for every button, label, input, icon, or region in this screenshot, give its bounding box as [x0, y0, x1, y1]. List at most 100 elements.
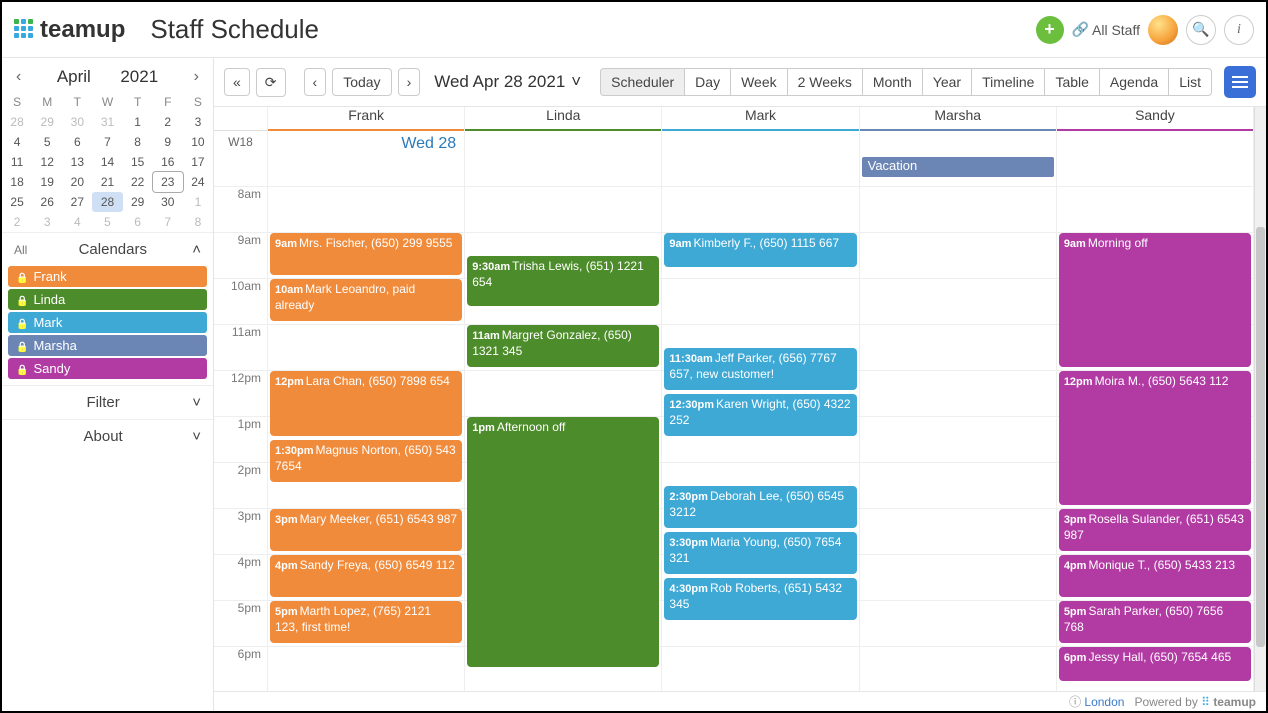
- event[interactable]: 11:30amJeff Parker, (656) 7767 657, new …: [664, 348, 856, 390]
- mini-day[interactable]: 13: [62, 152, 92, 172]
- mini-day[interactable]: 25: [2, 192, 32, 212]
- mini-day[interactable]: 28: [2, 112, 32, 132]
- event[interactable]: 11amMargret Gonzalez, (650) 1321 345: [467, 325, 659, 367]
- mini-day[interactable]: 3: [32, 212, 62, 232]
- event[interactable]: 6pmJessy Hall, (650) 7654 465: [1059, 647, 1251, 681]
- filter-header[interactable]: Filter ˅: [2, 386, 213, 419]
- event[interactable]: 12pmMoira M., (650) 5643 112: [1059, 371, 1251, 505]
- event[interactable]: 3:30pmMaria Young, (650) 7654 321: [664, 532, 856, 574]
- mini-day[interactable]: 27: [62, 192, 92, 212]
- mini-day[interactable]: 14: [92, 152, 122, 172]
- mini-day[interactable]: 20: [62, 172, 92, 192]
- event[interactable]: 4pmMonique T., (650) 5433 213: [1059, 555, 1251, 597]
- event[interactable]: 5pmSarah Parker, (650) 7656 768: [1059, 601, 1251, 643]
- hours-area[interactable]: 9amMrs. Fischer, (650) 299 955510amMark …: [268, 187, 464, 691]
- event[interactable]: 3pmMary Meeker, (651) 6543 987: [270, 509, 462, 551]
- mini-day[interactable]: 18: [2, 172, 32, 192]
- date-picker[interactable]: Wed Apr 28 2021 ˅: [434, 72, 581, 92]
- mini-day[interactable]: 7: [153, 212, 183, 232]
- mini-day[interactable]: 3: [183, 112, 213, 132]
- scrollbar[interactable]: [1254, 107, 1266, 691]
- mini-day[interactable]: 8: [183, 212, 213, 232]
- event[interactable]: 12pmLara Chan, (650) 7898 654: [270, 371, 462, 436]
- calendar-item[interactable]: Linda: [8, 289, 207, 310]
- mini-day[interactable]: 30: [153, 192, 183, 212]
- mini-day[interactable]: 11: [2, 152, 32, 172]
- view-day[interactable]: Day: [684, 68, 731, 96]
- view-year[interactable]: Year: [922, 68, 972, 96]
- allday-cell[interactable]: [1057, 131, 1253, 187]
- calendar-item[interactable]: Frank: [8, 266, 207, 287]
- view-scheduler[interactable]: Scheduler: [600, 68, 685, 96]
- event[interactable]: 10amMark Leoandro, paid already: [270, 279, 462, 321]
- refresh-button[interactable]: ⟳: [256, 68, 286, 97]
- view-month[interactable]: Month: [862, 68, 923, 96]
- event[interactable]: 5pmMarth Lopez, (765) 2121 123, first ti…: [270, 601, 462, 643]
- event[interactable]: 1:30pmMagnus Norton, (650) 543 7654: [270, 440, 462, 482]
- menu-button[interactable]: [1224, 66, 1256, 98]
- mini-day[interactable]: 12: [32, 152, 62, 172]
- logo[interactable]: teamup: [14, 16, 125, 44]
- mini-day[interactable]: 26: [32, 192, 62, 212]
- mini-day[interactable]: 17: [183, 152, 213, 172]
- mini-day[interactable]: 22: [123, 172, 153, 192]
- mini-day[interactable]: 4: [2, 132, 32, 152]
- mini-day[interactable]: 6: [123, 212, 153, 232]
- about-header[interactable]: About ˅: [2, 420, 213, 453]
- calendar-item[interactable]: Marsha: [8, 335, 207, 356]
- allday-cell[interactable]: Vacation: [860, 131, 1056, 187]
- event[interactable]: 9amMorning off: [1059, 233, 1251, 367]
- mini-day[interactable]: 8: [123, 132, 153, 152]
- allday-event[interactable]: Vacation: [862, 157, 1054, 177]
- mini-day[interactable]: 6: [62, 132, 92, 152]
- event[interactable]: 1pmAfternoon off: [467, 417, 659, 667]
- mini-day[interactable]: 31: [92, 112, 122, 132]
- all-staff-link[interactable]: 🔗 All Staff: [1072, 21, 1140, 38]
- view-2weeks[interactable]: 2 Weeks: [787, 68, 863, 96]
- mini-day[interactable]: 28: [92, 192, 122, 212]
- calendar-item[interactable]: Sandy: [8, 358, 207, 379]
- mini-day[interactable]: 19: [32, 172, 62, 192]
- allday-cell[interactable]: [465, 131, 661, 187]
- today-button[interactable]: Today: [332, 68, 391, 96]
- collapse-sidebar-button[interactable]: «: [224, 68, 250, 96]
- mini-day[interactable]: 23: [153, 172, 183, 192]
- search-button[interactable]: 🔍: [1186, 15, 1216, 45]
- event[interactable]: 9amMrs. Fischer, (650) 299 9555: [270, 233, 462, 275]
- event[interactable]: 4pmSandy Freya, (650) 6549 112: [270, 555, 462, 597]
- hours-area[interactable]: [860, 187, 1056, 691]
- allday-cell[interactable]: Wed 28: [268, 131, 464, 187]
- mini-day[interactable]: 16: [153, 152, 183, 172]
- mini-day[interactable]: 1: [123, 112, 153, 132]
- mini-day[interactable]: 29: [32, 112, 62, 132]
- calendars-header[interactable]: All Calendars ˄: [2, 233, 213, 266]
- mini-day[interactable]: 10: [183, 132, 213, 152]
- mini-next-button[interactable]: ›: [188, 66, 205, 88]
- mini-prev-button[interactable]: ‹: [10, 66, 27, 88]
- event[interactable]: 12:30pmKaren Wright, (650) 4322 252: [664, 394, 856, 436]
- view-table[interactable]: Table: [1044, 68, 1099, 96]
- mini-day[interactable]: 30: [62, 112, 92, 132]
- prev-day-button[interactable]: ‹: [304, 68, 327, 96]
- timezone-link[interactable]: London: [1084, 695, 1124, 709]
- view-list[interactable]: List: [1168, 68, 1212, 96]
- info-button[interactable]: i: [1224, 15, 1254, 45]
- mini-day[interactable]: 1: [183, 192, 213, 212]
- mini-day[interactable]: 2: [2, 212, 32, 232]
- event[interactable]: 4:30pmRob Roberts, (651) 5432 345: [664, 578, 856, 620]
- next-day-button[interactable]: ›: [398, 68, 421, 96]
- mini-day[interactable]: 4: [62, 212, 92, 232]
- mini-day[interactable]: 9: [153, 132, 183, 152]
- mini-day[interactable]: 5: [92, 212, 122, 232]
- mini-day[interactable]: 5: [32, 132, 62, 152]
- avatar[interactable]: [1148, 15, 1178, 45]
- view-timeline[interactable]: Timeline: [971, 68, 1045, 96]
- event[interactable]: 9amKimberly F., (650) 1115 667: [664, 233, 856, 267]
- mini-day[interactable]: 21: [92, 172, 122, 192]
- mini-day[interactable]: 15: [123, 152, 153, 172]
- mini-day[interactable]: 2: [153, 112, 183, 132]
- hours-area[interactable]: 9amKimberly F., (650) 1115 667 11:30amJef…: [662, 187, 858, 691]
- mini-day[interactable]: 24: [183, 172, 213, 192]
- allday-cell[interactable]: [662, 131, 858, 187]
- event[interactable]: 2:30pmDeborah Lee, (650) 6545 3212: [664, 486, 856, 528]
